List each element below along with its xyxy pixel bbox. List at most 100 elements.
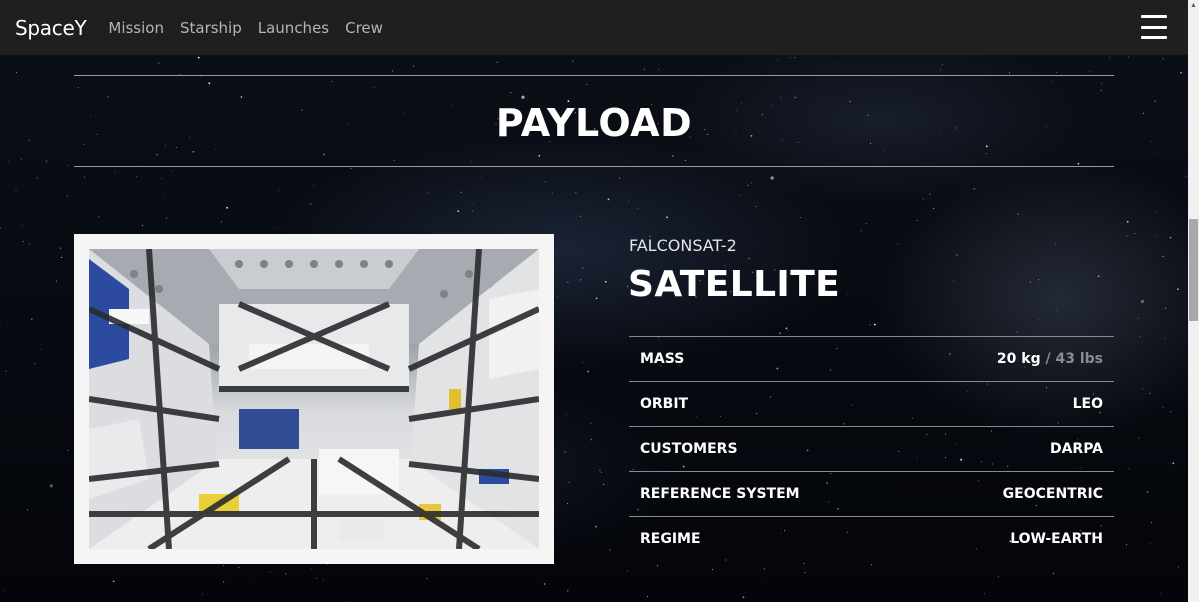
star — [1053, 573, 1055, 575]
star — [199, 75, 201, 77]
star — [161, 177, 163, 179]
star — [1154, 211, 1156, 213]
payload-image-card — [74, 234, 554, 564]
star — [1100, 89, 1102, 91]
star — [269, 571, 271, 573]
star — [285, 573, 287, 575]
star — [538, 154, 541, 157]
star — [590, 439, 592, 441]
star — [40, 349, 42, 351]
star — [897, 243, 899, 245]
star — [748, 257, 750, 259]
star — [647, 596, 649, 597]
star — [15, 189, 17, 191]
star — [575, 192, 577, 194]
nav-link-crew[interactable]: Crew — [345, 19, 383, 37]
star — [609, 549, 611, 551]
star — [3, 589, 5, 591]
star — [626, 570, 628, 572]
scrollbar[interactable]: ▲ — [1188, 0, 1199, 602]
star — [956, 254, 958, 256]
star — [36, 177, 39, 179]
star — [794, 97, 796, 99]
star — [785, 327, 788, 330]
star — [201, 593, 203, 595]
hamburger-bar — [1141, 25, 1167, 29]
star — [973, 188, 976, 190]
star — [869, 324, 871, 326]
star — [789, 57, 791, 59]
star — [1126, 220, 1129, 223]
star — [599, 469, 601, 471]
scroll-up-arrow-icon[interactable]: ▲ — [1188, 0, 1199, 11]
scrollbar-thumb[interactable] — [1189, 219, 1198, 321]
star — [1056, 71, 1058, 73]
hamburger-icon[interactable] — [1141, 15, 1167, 39]
star — [373, 87, 375, 89]
section-top-divider — [74, 75, 1114, 76]
star — [1139, 336, 1141, 338]
spec-row-regime: REGIME LOW-EARTH — [629, 516, 1114, 561]
star — [543, 583, 546, 585]
nav-link-mission[interactable]: Mission — [108, 19, 164, 37]
star — [619, 177, 620, 179]
star — [860, 230, 862, 232]
star — [322, 580, 324, 581]
star — [460, 191, 462, 193]
cargo-bay-illustration — [89, 249, 539, 549]
star — [804, 572, 806, 574]
payload-id: FALCONSAT-2 — [629, 236, 737, 255]
star — [544, 181, 546, 183]
star — [1154, 234, 1156, 236]
spec-label: REGIME — [640, 531, 701, 547]
star — [595, 297, 598, 300]
star — [350, 167, 352, 169]
star — [580, 215, 581, 217]
spec-value: 20 kg / 43 lbs — [997, 351, 1103, 367]
star — [1138, 437, 1140, 439]
star — [60, 247, 62, 249]
star — [322, 153, 325, 156]
star — [1089, 71, 1091, 73]
brand-logo[interactable]: SpaceY — [15, 16, 87, 40]
cargo-bay-photo — [89, 249, 539, 549]
star — [1165, 307, 1167, 309]
star — [600, 472, 602, 473]
star — [1054, 243, 1056, 245]
star — [1180, 71, 1182, 74]
star — [1128, 468, 1130, 470]
star — [657, 565, 659, 567]
nav-link-launches[interactable]: Launches — [258, 19, 329, 37]
star — [658, 68, 660, 70]
nav-link-starship[interactable]: Starship — [180, 19, 242, 37]
star — [67, 449, 69, 451]
star — [277, 227, 279, 229]
star — [672, 155, 674, 157]
star — [0, 227, 2, 229]
star — [780, 97, 782, 99]
star — [836, 63, 838, 65]
star — [427, 192, 429, 194]
star — [28, 243, 30, 245]
star — [1109, 56, 1111, 58]
star — [1151, 522, 1153, 524]
star — [1008, 72, 1010, 74]
star — [803, 562, 805, 564]
star — [738, 194, 740, 196]
star — [787, 330, 789, 332]
spec-label: MASS — [640, 351, 685, 367]
star — [777, 59, 778, 61]
star — [310, 568, 312, 570]
star — [510, 92, 512, 94]
star — [941, 64, 943, 66]
spec-row-orbit: ORBIT LEO — [629, 381, 1114, 426]
star — [1126, 543, 1127, 545]
star — [559, 347, 561, 349]
star — [939, 68, 941, 70]
star — [140, 159, 142, 161]
star — [162, 196, 164, 198]
star — [22, 224, 24, 226]
hamburger-bar — [1141, 36, 1167, 39]
star — [778, 332, 781, 335]
star — [457, 210, 460, 213]
